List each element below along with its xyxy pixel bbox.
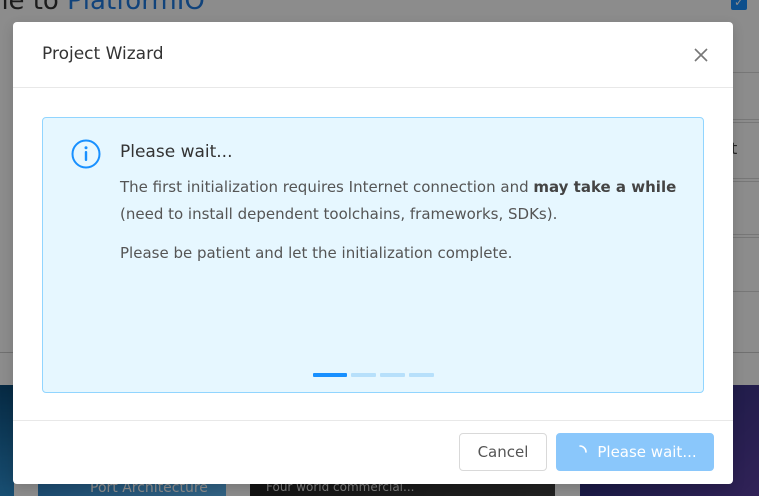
please-wait-button[interactable]: Please wait... [556, 433, 714, 471]
alert-text: (need to install dependent toolchains, f… [120, 205, 558, 223]
close-icon [694, 48, 708, 62]
alert-title: Please wait... [120, 142, 233, 162]
please-wait-label: Please wait... [597, 443, 697, 461]
alert-description: The first initialization requires Intern… [120, 174, 680, 267]
close-button[interactable] [691, 45, 711, 65]
alert-paragraph-2: Please be patient and let the initializa… [120, 244, 513, 262]
cancel-button[interactable]: Cancel [459, 433, 547, 471]
alert-text: The first initialization requires Intern… [120, 178, 534, 196]
info-circle-icon [71, 139, 101, 169]
loader-segment [409, 373, 434, 377]
loader-segment [380, 373, 405, 377]
modal-title: Project Wizard [42, 44, 164, 64]
progress-loader [313, 373, 434, 377]
project-wizard-modal: Project Wizard Please wait... The first … [13, 22, 733, 484]
info-alert: Please wait... The first initialization … [42, 117, 704, 393]
loading-spinner-icon [579, 445, 588, 453]
modal-footer: Cancel Please wait... [13, 420, 733, 484]
alert-paragraph-1: The first initialization requires Intern… [120, 174, 680, 228]
loader-segment [313, 373, 347, 377]
modal-header: Project Wizard [13, 22, 733, 88]
loader-segment [351, 373, 376, 377]
alert-emphasis: may take a while [533, 178, 677, 196]
